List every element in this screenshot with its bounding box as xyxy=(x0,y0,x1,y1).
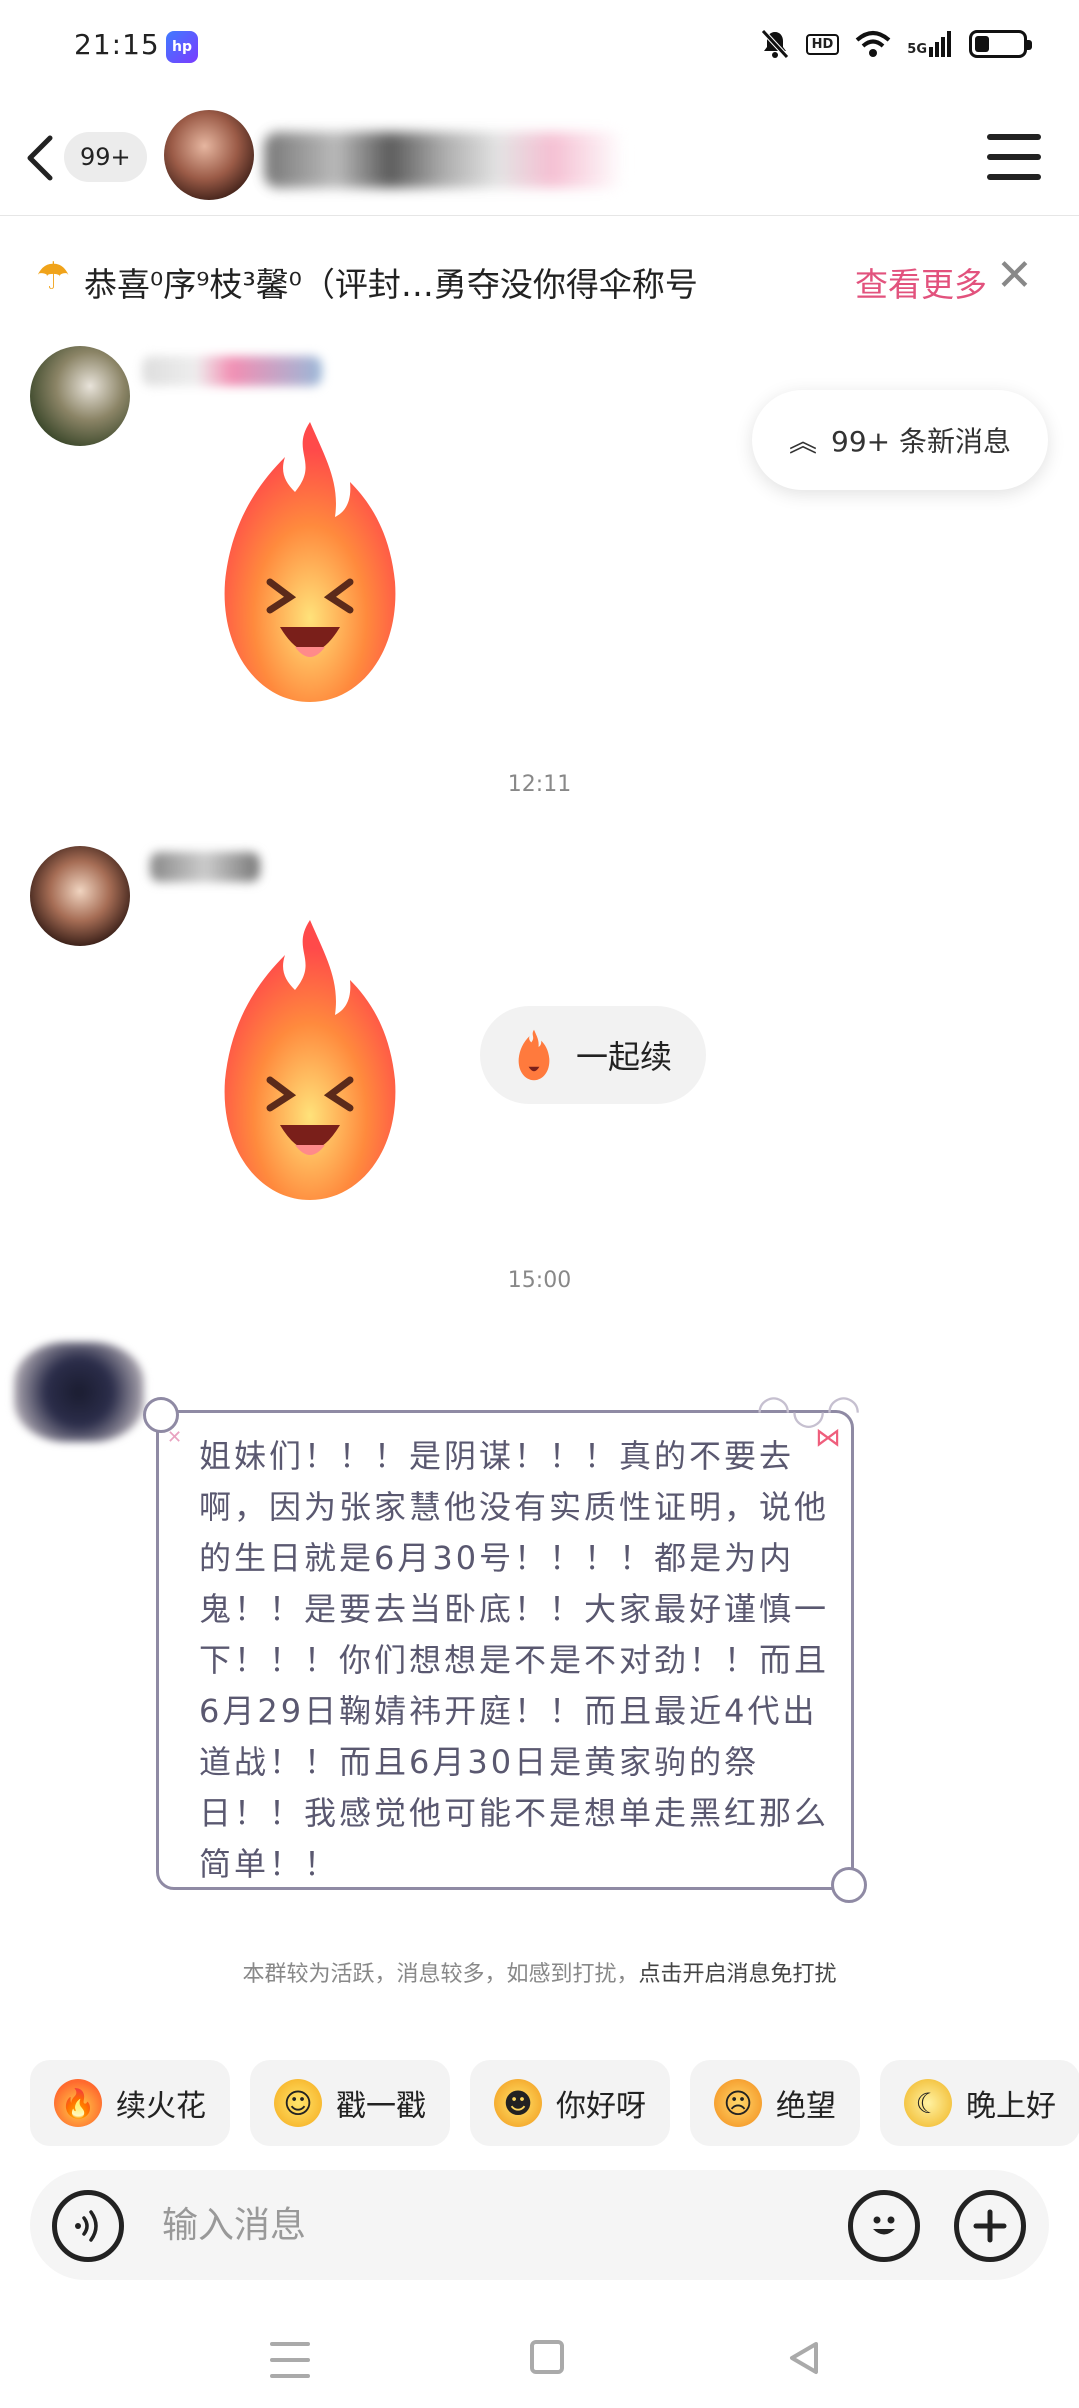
fire-emoji-icon xyxy=(518,1029,550,1081)
quick-reply-label: 绝望 xyxy=(776,2089,836,2124)
quick-reply-bar: 🔥 续火花 ☺ 戳一戳 ☻ 你好呀 ☹ 绝望 ☾ 晚上好 xyxy=(30,2060,1079,2150)
chevron-left-icon xyxy=(27,135,53,181)
mute-notifications-link[interactable]: 点击开启消息免打扰 xyxy=(639,1962,837,1987)
mute-bell-icon xyxy=(760,29,789,59)
plus-icon xyxy=(973,2209,1007,2243)
fire-sticker[interactable] xyxy=(190,910,430,1210)
quick-reply-chip[interactable]: 🔥 续火花 xyxy=(30,2060,230,2146)
announcement-text: 恭喜⁰序⁹枝³馨⁰（评封…勇夺没你得伞称号 xyxy=(84,265,698,304)
smiley-icon xyxy=(873,2216,895,2235)
umbrella-icon: ☂ xyxy=(36,254,71,298)
letter-message-text: 姐妹们！！！是阴谋！！！真的不要去啊，因为张家慧他没有实质性证明，说他的生日就是… xyxy=(199,1437,830,1883)
poke-emoji-icon: ☺ xyxy=(274,2079,322,2127)
menu-line xyxy=(987,174,1041,180)
sender-avatar[interactable] xyxy=(30,346,130,446)
quick-reply-chip[interactable]: ☻ 你好呀 xyxy=(470,2060,670,2146)
recents-line xyxy=(270,2358,310,2362)
sender-avatar[interactable] xyxy=(30,846,130,946)
group-avatar[interactable] xyxy=(164,110,254,200)
home-button[interactable] xyxy=(530,2340,564,2374)
hello-emoji-icon: ☻ xyxy=(494,2079,542,2127)
emoji-button[interactable] xyxy=(848,2190,920,2262)
quick-reply-chip[interactable]: ☹ 绝望 xyxy=(690,2060,860,2146)
network-type: 5G xyxy=(907,42,927,57)
menu-line xyxy=(987,134,1041,140)
group-name-blurred[interactable] xyxy=(264,132,624,188)
sender-name-blurred xyxy=(150,852,260,882)
message-timestamp: 15:00 xyxy=(507,1268,572,1293)
quick-reply-label: 戳一戳 xyxy=(336,2089,426,2124)
signal-group: 5G xyxy=(907,31,953,57)
announcement-bar[interactable]: ☂ 恭喜⁰序⁹枝³馨⁰（评封…勇夺没你得伞称号 查看更多 ✕ xyxy=(0,236,1079,316)
quick-reply-label: 晚上好 xyxy=(966,2089,1056,2124)
recents-line xyxy=(270,2342,310,2346)
join-reply-label: 一起续 xyxy=(576,1038,673,1076)
signal-icon xyxy=(929,31,951,57)
view-more-link[interactable]: 查看更多 xyxy=(855,258,987,306)
sparkle-icon: ✕ xyxy=(167,1427,183,1448)
nav-back-icon[interactable] xyxy=(784,2338,824,2378)
status-time: 21:15 xyxy=(74,28,160,61)
join-reply-button[interactable]: 一起续 xyxy=(480,1006,706,1104)
sender-name-blurred xyxy=(142,356,322,386)
bow-icon: ⋈ xyxy=(815,1423,841,1453)
quick-reply-label: 续火花 xyxy=(116,2089,206,2124)
battery-level xyxy=(975,36,989,52)
despair-emoji-icon: ☹ xyxy=(714,2079,762,2127)
status-icons: HD 5G xyxy=(760,28,1032,60)
new-messages-label: 99+ 条新消息 xyxy=(831,425,1011,458)
sender-avatar[interactable] xyxy=(14,1342,144,1442)
hd-badge: HD xyxy=(805,33,840,55)
menu-line xyxy=(987,154,1041,160)
wifi-icon xyxy=(855,31,891,57)
chat-header: 99+ xyxy=(0,100,1079,216)
group-tip-text: 本群较为活跃，消息较多，如感到打扰， xyxy=(242,1962,639,1987)
message-timestamp: 12:11 xyxy=(507,772,572,797)
group-activity-tip: 本群较为活跃，消息较多，如感到打扰，点击开启消息免打扰 xyxy=(0,1956,1079,1988)
message-input[interactable] xyxy=(162,2200,682,2250)
chevron-double-up-icon: ︽ xyxy=(788,425,817,458)
battery-icon xyxy=(969,30,1032,58)
app-notification-icon: hp xyxy=(166,31,198,63)
recents-button[interactable] xyxy=(270,2342,310,2378)
fire-sticker[interactable] xyxy=(190,412,430,712)
unread-count-badge[interactable]: 99+ xyxy=(64,132,147,182)
quick-reply-chip[interactable]: ☺ 戳一戳 xyxy=(250,2060,450,2146)
recents-line xyxy=(270,2374,310,2378)
fire-emoji-icon: 🔥 xyxy=(54,2079,102,2127)
voice-wave-icon xyxy=(75,2210,98,2242)
more-actions-button[interactable] xyxy=(954,2190,1026,2262)
new-messages-button[interactable]: ︽ 99+ 条新消息 xyxy=(752,390,1048,490)
system-navigation-bar xyxy=(0,2320,1079,2408)
menu-button[interactable] xyxy=(987,134,1041,180)
letter-message-card[interactable]: ✕ ◠◡◠ ⋈ 姐妹们！！！是阴谋！！！真的不要去啊，因为张家慧他没有实质性证明… xyxy=(143,1387,867,1903)
back-button[interactable] xyxy=(20,128,60,188)
good-night-emoji-icon: ☾ xyxy=(904,2079,952,2127)
message-input-bar xyxy=(30,2170,1049,2280)
quick-reply-chip[interactable]: ☾ 晚上好 xyxy=(880,2060,1079,2146)
bunny-icon: ◠◡◠ xyxy=(756,1387,861,1433)
voice-input-button[interactable] xyxy=(52,2190,124,2262)
status-bar: 21:15 hp HD 5G xyxy=(0,0,1079,100)
close-icon[interactable]: ✕ xyxy=(996,250,1033,301)
quick-reply-label: 你好呀 xyxy=(556,2089,646,2124)
